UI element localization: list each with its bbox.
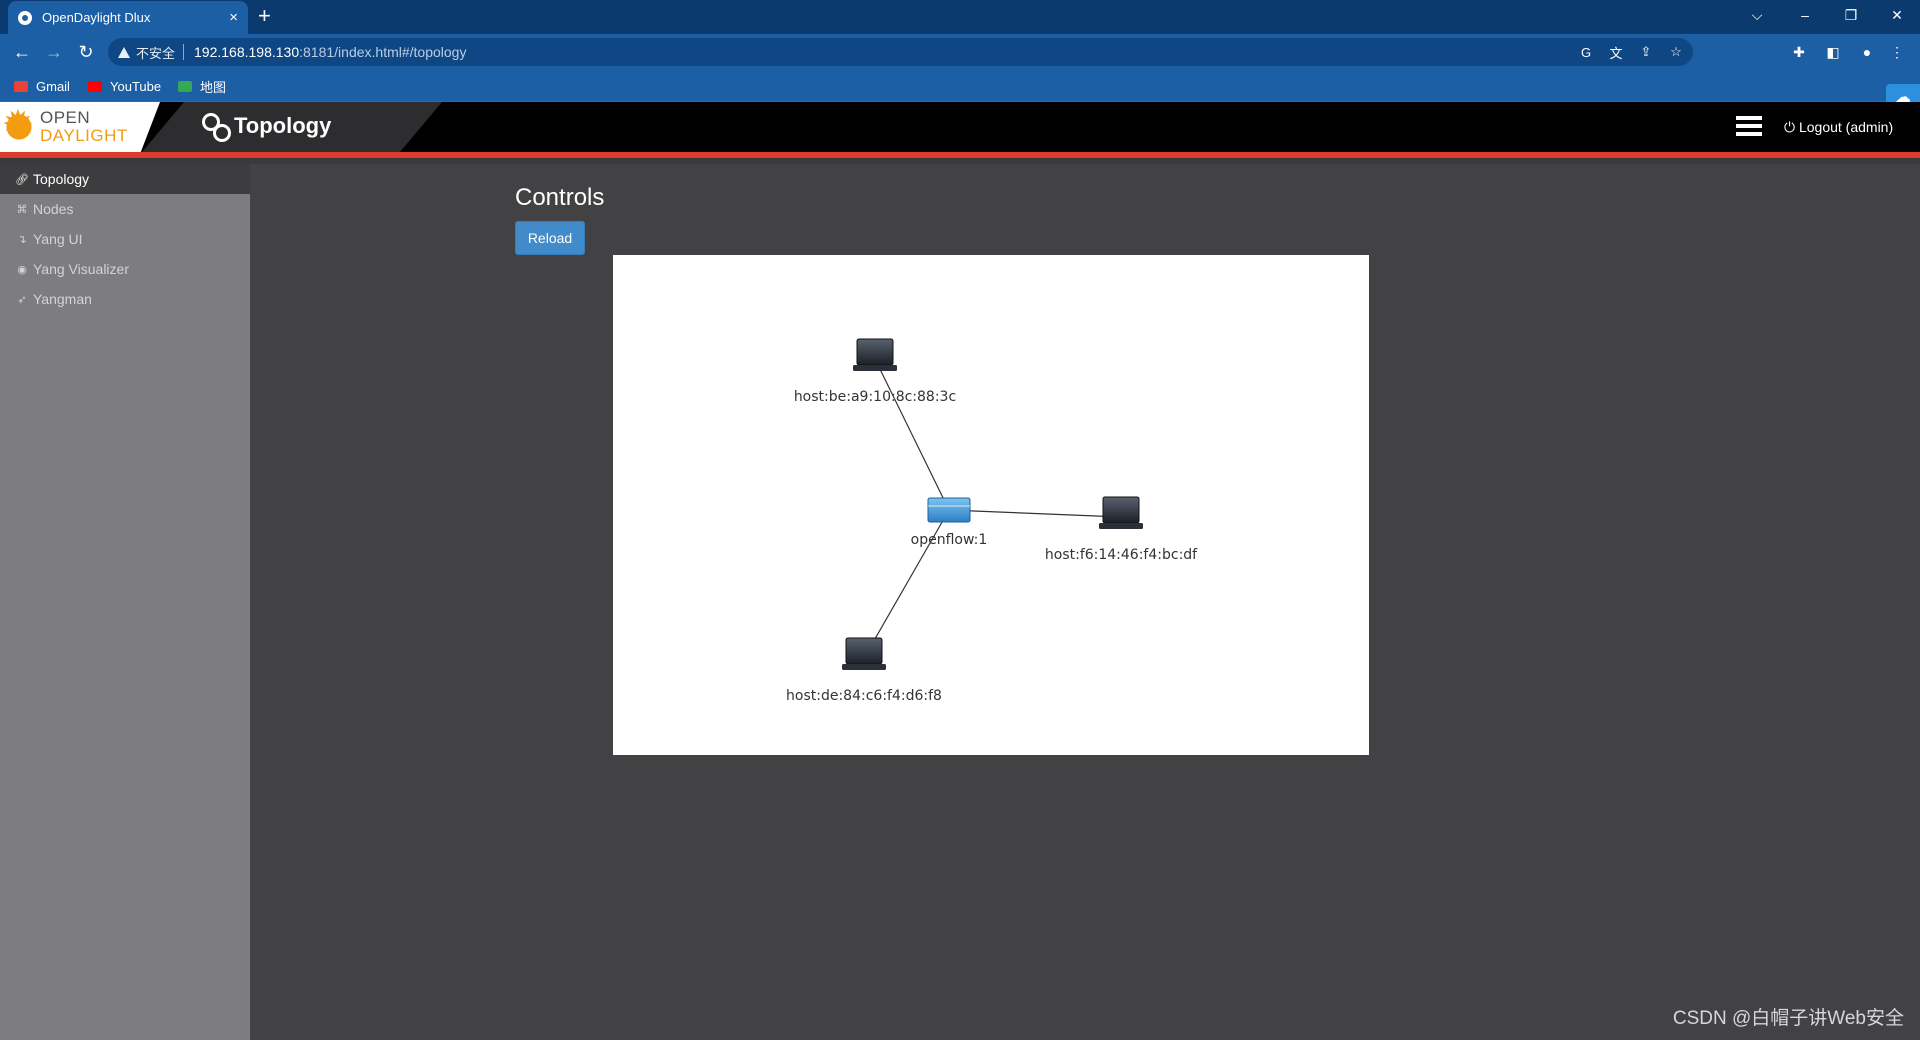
sitemap-icon: ⌘ <box>16 203 28 216</box>
laptop-icon <box>856 338 894 366</box>
topology-node-label: openflow:1 <box>911 532 988 548</box>
sidebar-item-label: Yang Visualizer <box>33 261 129 277</box>
controls-heading: Controls <box>515 184 605 211</box>
laptop-icon <box>1102 496 1140 524</box>
topology-link-switch-h1[interactable] <box>874 358 950 511</box>
bookmark-star-icon[interactable]: ☆ <box>1667 43 1685 61</box>
omnibox-actions: G 文 ⇪ ☆ <box>1577 43 1685 61</box>
laptop-icon <box>845 637 883 665</box>
topology-node-label: host:de:84:c6:f4:d6:f8 <box>786 688 942 704</box>
opendaylight-logo: OPEN DAYLIGHT <box>0 102 160 152</box>
divider <box>183 44 185 60</box>
share-icon[interactable]: ⇪ <box>1637 43 1655 61</box>
address-bar-row: ← → ↻ 不安全 192.168.198.130 :8181/index.ht… <box>0 34 1920 70</box>
profile-icon[interactable]: ● <box>1856 41 1878 63</box>
topology-link-switch-h2[interactable] <box>948 509 1122 518</box>
maps-icon <box>178 80 192 92</box>
topology-node-h2[interactable]: host:f6:14:46:f4:bc:df <box>1045 496 1198 563</box>
header-divider <box>0 158 1920 164</box>
sidebar-item-label: Topology <box>33 171 90 187</box>
tab-title: OpenDaylight Dlux <box>42 10 151 25</box>
page-title: Topology <box>202 113 332 142</box>
forward-icon[interactable]: → <box>42 40 66 64</box>
topology-graph[interactable]: openflow:1 host:be:a9:10:8c:88:3c host:f6:… <box>613 255 1369 755</box>
link-icon <box>202 113 231 142</box>
url-bar[interactable]: 不安全 192.168.198.130 :8181/index.html#/to… <box>108 38 1693 66</box>
rocket-icon: ➶ <box>17 293 27 306</box>
topology-node-h1[interactable]: host:be:a9:10:8c:88:3c <box>794 338 956 405</box>
sidebar-item-yang-visualizer[interactable]: ◉ Yang Visualizer <box>0 254 250 284</box>
youtube-icon <box>88 80 102 92</box>
url-path: :8181/index.html#/topology <box>299 44 467 60</box>
logout-button[interactable]: ⏻ Logout (admin) <box>1784 119 1893 136</box>
topology-node-label: host:be:a9:10:8c:88:3c <box>794 389 956 405</box>
globe-icon <box>18 10 32 25</box>
tab-search-icon[interactable]: ⌵ <box>1734 0 1780 30</box>
sidebar-item-nodes[interactable]: ⌘ Nodes <box>0 194 250 224</box>
logo-line2: DAYLIGHT <box>40 126 128 145</box>
url-host: 192.168.198.130 <box>194 44 300 60</box>
sidebar: 🔗︎ Topology ⌘ Nodes ↴ Yang UI ◉ Yang Vis… <box>0 164 250 1040</box>
topology-node-h3[interactable]: host:de:84:c6:f4:d6:f8 <box>786 637 942 704</box>
level-down-icon: ↴ <box>17 233 27 246</box>
topology-canvas[interactable]: openflow:1 host:be:a9:10:8c:88:3c host:f6:… <box>613 255 1369 755</box>
minimize-button[interactable]: – <box>1782 0 1828 30</box>
bookmark-label: Gmail <box>36 78 70 94</box>
watermark: CSDN @白帽子讲Web安全 <box>1672 1008 1904 1029</box>
translate-icon[interactable]: 文 <box>1607 43 1625 61</box>
browser-menu-icon[interactable]: ⋮ <box>1886 41 1908 63</box>
sidebar-item-label: Yangman <box>33 291 92 307</box>
bookmark-label: 地图 <box>200 79 227 95</box>
google-icon[interactable]: G <box>1577 43 1595 61</box>
sidebar-item-label: Nodes <box>33 201 74 217</box>
switch-icon <box>927 497 971 523</box>
logo-line1: OPEN <box>40 108 91 127</box>
close-window-button[interactable]: ✕ <box>1874 0 1920 30</box>
reload-button[interactable]: Reload <box>515 221 585 255</box>
side-panel-icon[interactable]: ◧ <box>1822 41 1844 63</box>
gmail-icon <box>14 80 28 92</box>
sidebar-item-label: Yang UI <box>33 231 83 247</box>
tab-close-icon[interactable]: × <box>229 9 238 26</box>
bookmark-gmail[interactable]: Gmail <box>14 76 70 96</box>
hamburger-menu-icon[interactable] <box>1736 116 1762 136</box>
restore-button[interactable]: ❐ <box>1828 0 1874 30</box>
new-tab-button[interactable]: + <box>258 4 271 28</box>
flower-logo-icon <box>2 102 34 147</box>
bookmark-youtube[interactable]: YouTube <box>88 76 161 96</box>
page-title-text: Topology <box>234 113 332 138</box>
insecure-label: 不安全 <box>136 45 176 61</box>
sidebar-item-topology[interactable]: 🔗︎ Topology <box>0 164 250 194</box>
browser-tab[interactable]: OpenDaylight Dlux × <box>8 1 248 34</box>
browser-tab-strip: OpenDaylight Dlux × + ⌵ – ❐ ✕ <box>0 0 1920 34</box>
back-icon[interactable]: ← <box>10 40 34 64</box>
topology-node-switch[interactable]: openflow:1 <box>911 497 988 548</box>
bookmarks-bar: Gmail YouTube 地图 <box>0 70 1920 102</box>
reload-page-icon[interactable]: ↻ <box>74 40 98 64</box>
bookmark-label: YouTube <box>110 78 162 94</box>
bookmark-maps[interactable]: 地图 <box>178 76 226 96</box>
sidebar-item-yangman[interactable]: ➶ Yangman <box>0 284 250 314</box>
link-icon: 🔗︎ <box>15 173 29 186</box>
sidebar-item-yang-ui[interactable]: ↴ Yang UI <box>0 224 250 254</box>
warning-icon <box>118 46 130 58</box>
app-header: OPEN DAYLIGHT Topology ⏻ Logout (admin) <box>0 102 1920 152</box>
extensions-icon[interactable]: ✚ <box>1788 41 1810 63</box>
eye-icon: ◉ <box>17 263 27 276</box>
topology-node-label: host:f6:14:46:f4:bc:df <box>1045 547 1198 563</box>
